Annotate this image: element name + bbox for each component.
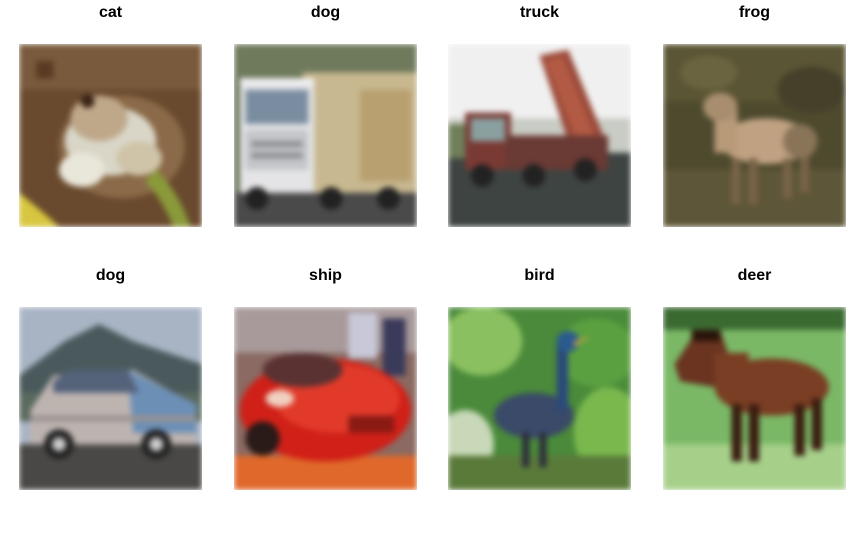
image-cell: dog	[19, 263, 202, 493]
image-title: cat	[98, 4, 123, 21]
image-cell: dog	[234, 0, 417, 230]
image-cell: ship	[234, 263, 417, 493]
image-title: deer	[737, 267, 772, 284]
image-title: truck	[519, 4, 560, 21]
image-title: ship	[309, 267, 342, 284]
image-cell: bird	[448, 263, 631, 493]
image-title: bird	[524, 267, 555, 284]
image-title: dog	[310, 4, 341, 21]
thumbnail-dump-truck	[448, 44, 631, 227]
thumbnail-car	[19, 307, 202, 490]
thumbnail-sports-car	[234, 307, 417, 490]
thumbnail-deer	[663, 44, 846, 227]
image-title: dog	[95, 267, 126, 284]
thumbnail-horse	[663, 307, 846, 490]
image-cell: cat	[19, 0, 202, 230]
image-cell: truck	[448, 0, 631, 230]
image-grid: cat dog truck frog dog ship bird deer	[0, 0, 865, 534]
image-cell: deer	[663, 263, 846, 493]
image-cell: frog	[663, 0, 846, 230]
thumbnail-truck	[234, 44, 417, 227]
thumbnail-frog	[19, 44, 202, 227]
thumbnail-bird	[448, 307, 631, 490]
image-title: frog	[738, 4, 771, 21]
